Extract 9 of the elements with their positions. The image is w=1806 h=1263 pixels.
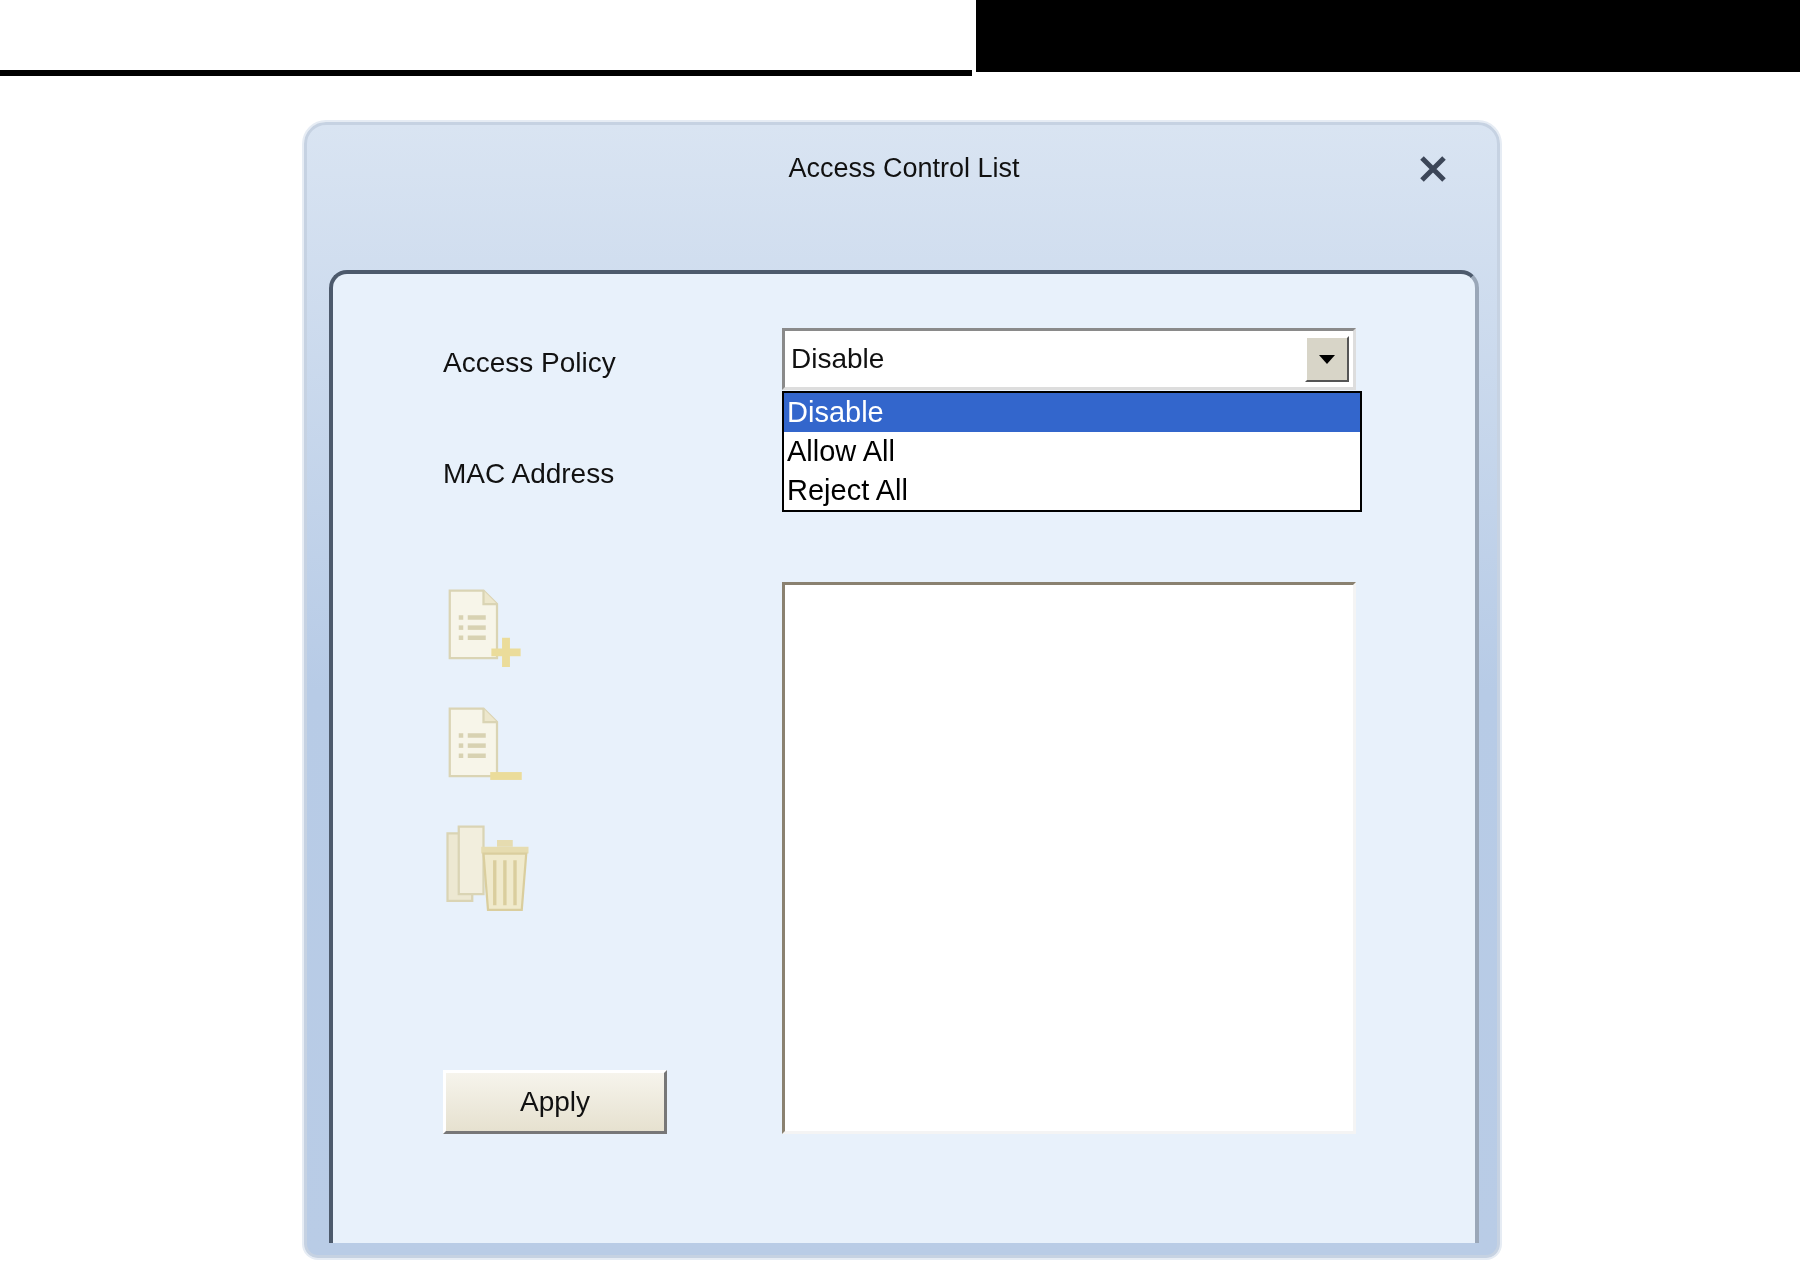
field-label: Access Policy <box>443 346 617 379</box>
dropdown-option[interactable]: Reject All <box>784 471 1360 510</box>
window-title: Access Control List <box>787 153 1021 184</box>
mac-address-list[interactable] <box>782 582 1356 1134</box>
policy-dropdown[interactable]: Disable <box>782 328 1356 390</box>
dropdown-option[interactable]: Disable <box>784 393 1360 432</box>
field-label: MAC Address <box>443 457 616 490</box>
dropdown-option[interactable]: Allow All <box>784 432 1360 471</box>
apply-button[interactable]: Apply <box>443 1070 667 1134</box>
